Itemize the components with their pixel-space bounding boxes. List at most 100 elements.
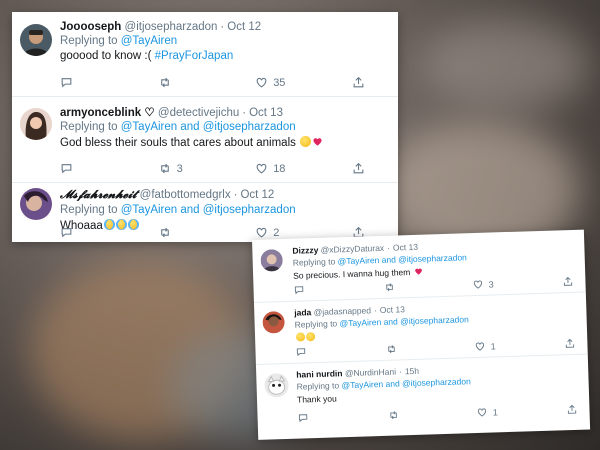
tweet-date[interactable]: Oct 13 — [393, 242, 418, 253]
tweet-actions: 3 18 — [60, 162, 365, 176]
share-icon — [563, 276, 573, 286]
retweet-icon — [385, 283, 393, 292]
retweet-button[interactable] — [383, 281, 400, 293]
tweet-screenshot-card-bottom: Dizzzy @xDizzyDaturax · Oct 13 Replying to… — [252, 229, 591, 440]
like-button[interactable]: 1 — [477, 406, 498, 418]
reply-mention[interactable]: @TayAiren and @itjosepharzadon — [339, 314, 469, 328]
avatar[interactable] — [20, 188, 52, 220]
replying-label: Replying to — [60, 204, 118, 216]
replying-label: Replying to — [60, 121, 118, 133]
avatar[interactable] — [264, 372, 289, 398]
retweet-icon — [160, 163, 169, 174]
handle[interactable]: @fatbottomedgrlx — [140, 189, 231, 201]
replying-label: Replying to — [60, 35, 118, 47]
reply-mention[interactable]: @TayAiren and @itjosepharzadon — [337, 252, 467, 266]
tweet-date[interactable]: Oct 13 — [380, 304, 405, 315]
background-blur — [420, 20, 590, 110]
hashtag[interactable]: #PrayForJapan — [155, 50, 234, 62]
reply-button[interactable] — [297, 412, 313, 423]
heart-outline-icon — [256, 227, 267, 238]
tweet-actions: 35 — [60, 76, 365, 90]
retweet-icon — [389, 411, 397, 420]
like-count: 35 — [273, 76, 286, 89]
reply-mention[interactable]: @TayAiren — [121, 35, 177, 47]
retweet-icon — [160, 227, 169, 238]
tweet[interactable]: armyonceblink ♡ @detectivejichu · Oct 13 R… — [12, 96, 398, 183]
smiling-face-emoji — [300, 136, 312, 147]
share-button[interactable] — [352, 162, 365, 175]
retweet-button[interactable] — [385, 343, 402, 355]
reply-icon — [61, 228, 72, 238]
share-button[interactable] — [562, 276, 573, 287]
reply-button[interactable] — [60, 76, 78, 89]
handle[interactable]: @xDizzyDaturax — [321, 243, 385, 255]
retweet-icon — [160, 77, 169, 88]
display-name[interactable]: 𝓜𝓼𝓯𝓪𝓱𝓻𝓮𝓷𝓱𝓮𝓲𝓽 — [60, 187, 136, 201]
like-button[interactable]: 18 — [255, 162, 285, 175]
heart-outline-icon — [256, 163, 267, 174]
reply-button[interactable] — [293, 284, 309, 295]
reply-mention[interactable]: @TayAiren and @itjosepharzadon — [121, 121, 296, 133]
retweet-button[interactable] — [387, 409, 404, 421]
red-heart-emoji — [414, 268, 422, 275]
tweet[interactable]: jada @jadasnapped · Oct 13 Replying to @Ta… — [253, 291, 588, 365]
tweet-date[interactable]: 15h — [405, 366, 419, 376]
like-count: 1 — [492, 406, 498, 418]
display-name[interactable]: hani nurdin — [296, 368, 343, 379]
reply-button[interactable] — [295, 346, 311, 357]
like-count: 2 — [273, 226, 280, 239]
tweet-date[interactable]: Oct 12 — [227, 21, 261, 33]
tweet[interactable]: hani nurdin @NurdinHani · 15h Replying to … — [256, 354, 590, 440]
display-name[interactable]: jada — [294, 307, 311, 318]
avatar[interactable] — [260, 249, 283, 272]
like-button[interactable]: 3 — [473, 278, 494, 290]
handle[interactable]: @NurdinHani — [345, 367, 396, 379]
retweet-button[interactable] — [158, 76, 177, 89]
share-button[interactable] — [566, 404, 577, 415]
display-name[interactable]: armyonceblink ♡ — [60, 107, 155, 119]
like-button[interactable]: 2 — [255, 226, 279, 239]
tweet[interactable]: 𝓜𝓼𝓯𝓪𝓱𝓻𝓮𝓷𝓱𝓮𝓲𝓽 @fatbottomedgrlx · Oct 12 Rep… — [12, 182, 398, 242]
smiling-face-emoji — [295, 332, 306, 342]
like-count: 3 — [488, 278, 494, 290]
reply-icon — [298, 414, 308, 423]
tweet[interactable]: Dizzzy @xDizzyDaturax · Oct 13 Replying to… — [252, 229, 586, 303]
tweet[interactable]: Jooooseph @itjosepharzadon · Oct 12 Replyi… — [12, 12, 398, 97]
avatar[interactable] — [20, 108, 52, 140]
reply-mention[interactable]: @TayAiren and @itjosepharzadon — [121, 204, 296, 216]
reply-button[interactable] — [60, 226, 78, 239]
heart-outline-icon — [478, 408, 487, 417]
handle[interactable]: @jadasnapped — [314, 305, 372, 317]
smiling-face-emoji — [305, 332, 316, 342]
display-name[interactable]: Jooooseph — [60, 21, 121, 33]
reply-icon — [296, 348, 306, 357]
reply-mention[interactable]: @TayAiren and @itjosepharzadon — [341, 376, 471, 390]
red-heart-emoji — [313, 138, 322, 146]
share-button[interactable] — [564, 338, 575, 349]
tweet-text: God bless their souls that cares about a… — [60, 137, 296, 149]
share-button[interactable] — [352, 76, 365, 89]
share-icon — [353, 162, 364, 174]
handle[interactable]: @itjosepharzadon — [125, 21, 218, 33]
tweet-text: So precious. I wanna hug them — [292, 267, 411, 281]
reply-icon — [61, 78, 72, 88]
like-count: 1 — [490, 340, 496, 352]
avatar[interactable] — [20, 24, 52, 56]
retweet-button[interactable] — [158, 226, 177, 239]
heart-outline-icon — [474, 280, 483, 289]
tweet-screenshot-card-top: Jooooseph @itjosepharzadon · Oct 12 Replyi… — [12, 12, 398, 242]
tweet-date[interactable]: Oct 13 — [249, 107, 283, 119]
like-button[interactable]: 35 — [255, 76, 285, 89]
share-icon — [565, 338, 575, 348]
reply-button[interactable] — [60, 162, 78, 175]
handle[interactable]: @detectivejichu — [158, 107, 239, 119]
share-icon — [567, 404, 577, 414]
retweet-button[interactable]: 3 — [158, 162, 183, 175]
heart-outline-icon — [475, 342, 485, 351]
retweet-icon — [387, 345, 395, 354]
avatar[interactable] — [262, 311, 285, 334]
tweet-date[interactable]: Oct 12 — [240, 189, 274, 201]
reply-icon — [294, 286, 304, 295]
like-button[interactable]: 1 — [474, 340, 496, 352]
display-name[interactable]: Dizzzy — [292, 245, 318, 256]
